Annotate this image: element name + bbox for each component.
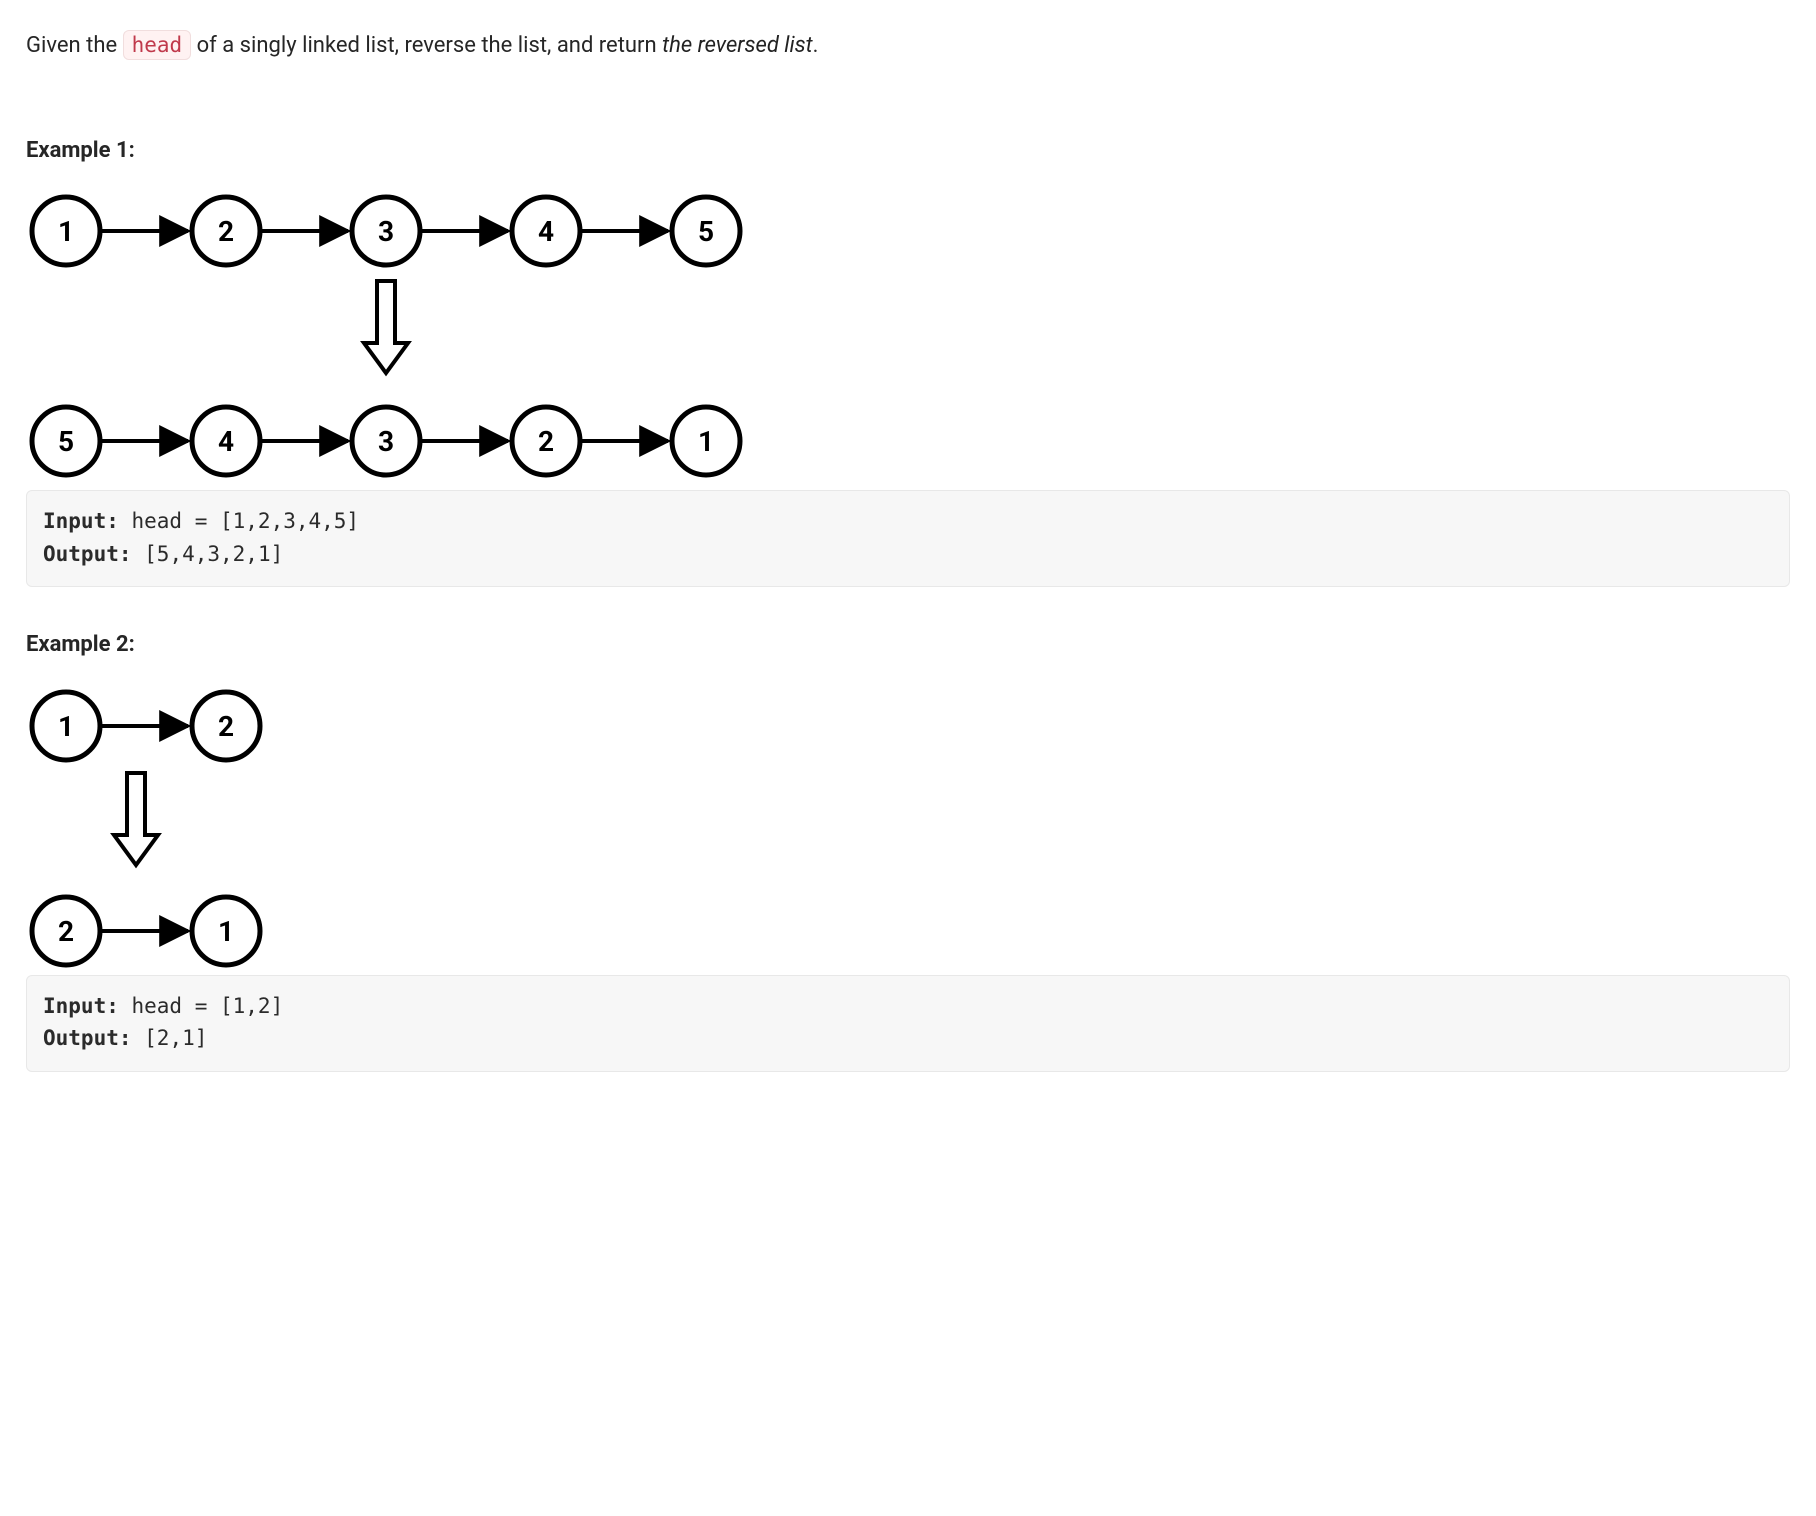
- output-value: [2,1]: [132, 1026, 208, 1050]
- example-1-diagram: 1 2 3 4 5 5 4 3 2 1: [26, 186, 1790, 496]
- diagram-node: 3: [378, 425, 394, 458]
- intro-prefix: Given the: [26, 33, 123, 58]
- diagram-node: 1: [58, 710, 74, 743]
- diagram-node: 4: [538, 215, 554, 248]
- inline-code-head: head: [123, 30, 192, 60]
- diagram-node: 2: [58, 915, 74, 948]
- example-1-heading: Example 1:: [26, 133, 1790, 168]
- diagram-node: 2: [538, 425, 554, 458]
- output-value: [5,4,3,2,1]: [132, 542, 284, 566]
- diagram-node: 5: [58, 425, 74, 458]
- example-2-diagram: 1 2 2 1: [26, 681, 1790, 981]
- example-1-codeblock: Input: head = [1,2,3,4,5] Output: [5,4,3…: [26, 490, 1790, 587]
- input-label: Input:: [43, 994, 119, 1018]
- down-arrow-icon: [114, 773, 158, 865]
- input-label: Input:: [43, 509, 119, 533]
- input-value: head = [1,2]: [119, 994, 283, 1018]
- input-value: head = [1,2,3,4,5]: [119, 509, 359, 533]
- diagram-node: 2: [218, 215, 234, 248]
- intro-mid: of a singly linked list, reverse the lis…: [197, 33, 663, 58]
- diagram-node: 4: [218, 425, 234, 458]
- output-label: Output:: [43, 1026, 132, 1050]
- example-2-codeblock: Input: head = [1,2] Output: [2,1]: [26, 975, 1790, 1072]
- output-label: Output:: [43, 542, 132, 566]
- intro-suffix: .: [813, 33, 819, 58]
- down-arrow-icon: [364, 281, 408, 373]
- intro-italic: the reversed list: [662, 33, 813, 58]
- problem-statement: Given the head of a singly linked list, …: [26, 28, 1790, 63]
- diagram-node: 5: [698, 215, 714, 248]
- diagram-node: 1: [698, 425, 714, 458]
- diagram-node: 2: [218, 710, 234, 743]
- diagram-node: 1: [58, 215, 74, 248]
- diagram-node: 3: [378, 215, 394, 248]
- diagram-node: 1: [218, 915, 234, 948]
- example-2-heading: Example 2:: [26, 627, 1790, 662]
